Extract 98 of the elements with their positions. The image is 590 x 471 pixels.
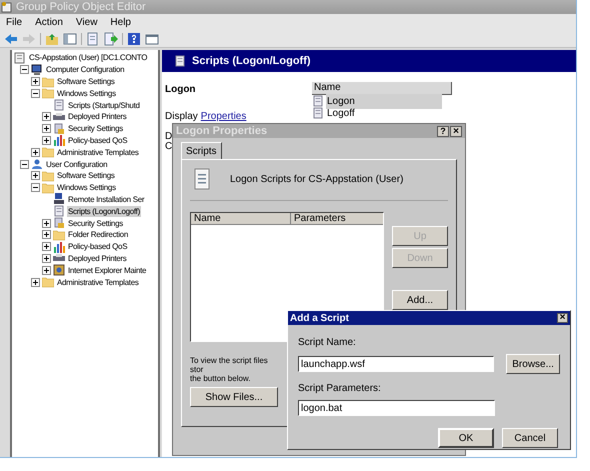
window-icon[interactable] [145, 32, 159, 46]
folder-icon [42, 276, 54, 288]
bar-chart-icon [53, 134, 65, 146]
display-label: Display [165, 110, 198, 124]
description-text: D [165, 132, 172, 142]
gear-icon [53, 264, 65, 276]
tree-item[interactable]: Policy-based QoS [67, 134, 128, 146]
document-arrow-icon[interactable] [104, 32, 118, 46]
dialog-caption: Logon Scripts for CS-Appstation (User) [230, 172, 404, 186]
expand-toggle[interactable] [42, 218, 51, 228]
close-button[interactable]: × [557, 313, 568, 323]
menu-item[interactable]: View [76, 14, 98, 30]
folder-icon [42, 170, 54, 182]
expand-toggle[interactable] [31, 278, 40, 287]
script-icon [312, 95, 324, 107]
script-icon [53, 99, 65, 112]
script-file-icon [194, 168, 210, 190]
tree-item[interactable]: Windows Settings [56, 88, 117, 99]
menu-item[interactable]: File [6, 14, 22, 30]
dialog-button[interactable]: Add... [392, 290, 448, 310]
expand-toggle[interactable] [31, 171, 40, 180]
tree-item[interactable]: Deployed Printers [67, 111, 128, 122]
field-label: Script Name: [298, 336, 357, 350]
window-icon[interactable] [63, 32, 77, 46]
tree-item[interactable]: User Configuration [45, 158, 108, 170]
folder-icon [42, 146, 54, 158]
tree-item[interactable]: Scripts (Logon/Logoff) [67, 206, 141, 217]
dialog-title: Add a Script [290, 312, 349, 326]
description-text: C [165, 142, 172, 152]
folder-icon [53, 228, 65, 241]
info-text: the button below. [190, 374, 252, 383]
tab[interactable]: Scripts [181, 142, 222, 159]
script-parameters-field[interactable]: logon.bat [298, 400, 495, 416]
tree-item[interactable]: Administrative Templates [56, 146, 140, 158]
lock-icon [53, 122, 65, 135]
column-header: Parameters [291, 213, 383, 225]
expand-toggle[interactable] [31, 76, 40, 86]
column-header: Name [312, 82, 452, 95]
dialog-title: Logon Properties [176, 124, 268, 139]
tree-item[interactable]: Internet Explorer Mainte [67, 264, 148, 276]
tree-item[interactable]: Windows Settings [56, 182, 117, 194]
script-icon [174, 55, 186, 67]
collapse-toggle[interactable] [31, 88, 40, 98]
document-icon[interactable] [86, 32, 100, 46]
close-button[interactable]: × [450, 126, 462, 136]
help-button[interactable]: ? [437, 126, 449, 136]
computer-icon [53, 193, 65, 206]
tree-item[interactable]: Remote Installation Ser [67, 194, 146, 205]
back-arrow-icon[interactable] [4, 32, 18, 46]
tree-item[interactable]: Administrative Templates [56, 276, 140, 288]
tree-item[interactable]: CS-Appstation (User) [DC1.CONTO [28, 52, 148, 64]
folder-icon [42, 76, 54, 88]
tree-item[interactable]: Policy-based QoS [67, 241, 128, 252]
expand-toggle[interactable] [42, 124, 51, 134]
tree-item[interactable]: Security Settings [67, 218, 124, 229]
bar-chart-icon [53, 240, 65, 253]
list-item[interactable]: Logoff [326, 106, 356, 120]
tree-item[interactable]: Scripts (Startup/Shutd [67, 100, 141, 111]
properties-link[interactable]: Properties [200, 109, 246, 124]
tree-item[interactable]: Computer Configuration [45, 64, 126, 76]
collapse-toggle[interactable] [20, 65, 29, 74]
menu-item[interactable]: Action [35, 14, 63, 30]
expand-toggle[interactable] [42, 136, 51, 145]
show-files-button[interactable]: Show Files... [190, 387, 278, 407]
ok-button[interactable]: OK [438, 428, 494, 448]
header-title: Scripts (Logon/Logoff) [192, 54, 311, 69]
browse-button[interactable]: Browse... [506, 354, 560, 374]
window-title: Group Policy Object Editor [16, 0, 146, 15]
collapse-toggle[interactable] [31, 183, 40, 192]
expand-toggle[interactable] [42, 254, 51, 263]
list-item[interactable]: Logon [326, 94, 442, 108]
tree-item[interactable]: Deployed Printers [67, 252, 128, 264]
expand-toggle[interactable] [42, 230, 51, 240]
cancel-button[interactable]: Cancel [502, 428, 558, 448]
field-label: Script Parameters: [298, 382, 382, 396]
tree-item[interactable]: Folder Redirection [67, 229, 129, 240]
user-icon [31, 158, 43, 170]
folder-icon[interactable] [45, 32, 59, 46]
tree-item[interactable]: Software Settings [56, 76, 116, 87]
column-header: Name [191, 213, 291, 225]
collapse-toggle[interactable] [20, 160, 29, 169]
section-heading: Logon [165, 83, 197, 97]
menu-item[interactable]: Help [110, 14, 131, 30]
folder-icon [42, 182, 54, 194]
computer-icon [31, 64, 43, 76]
folder-icon [42, 87, 54, 100]
lock-icon [53, 217, 65, 230]
script-icon [53, 205, 65, 218]
tree-item[interactable]: Software Settings [56, 170, 116, 182]
script-icon [312, 107, 324, 119]
expand-toggle[interactable] [42, 112, 51, 122]
expand-toggle[interactable] [42, 266, 51, 275]
help-icon[interactable] [127, 32, 141, 46]
script-name-field[interactable]: launchapp.wsf [298, 356, 494, 372]
tree-item[interactable]: Security Settings [67, 123, 124, 134]
expand-toggle[interactable] [31, 148, 40, 157]
printer-icon [53, 110, 65, 123]
expand-toggle[interactable] [42, 242, 51, 252]
